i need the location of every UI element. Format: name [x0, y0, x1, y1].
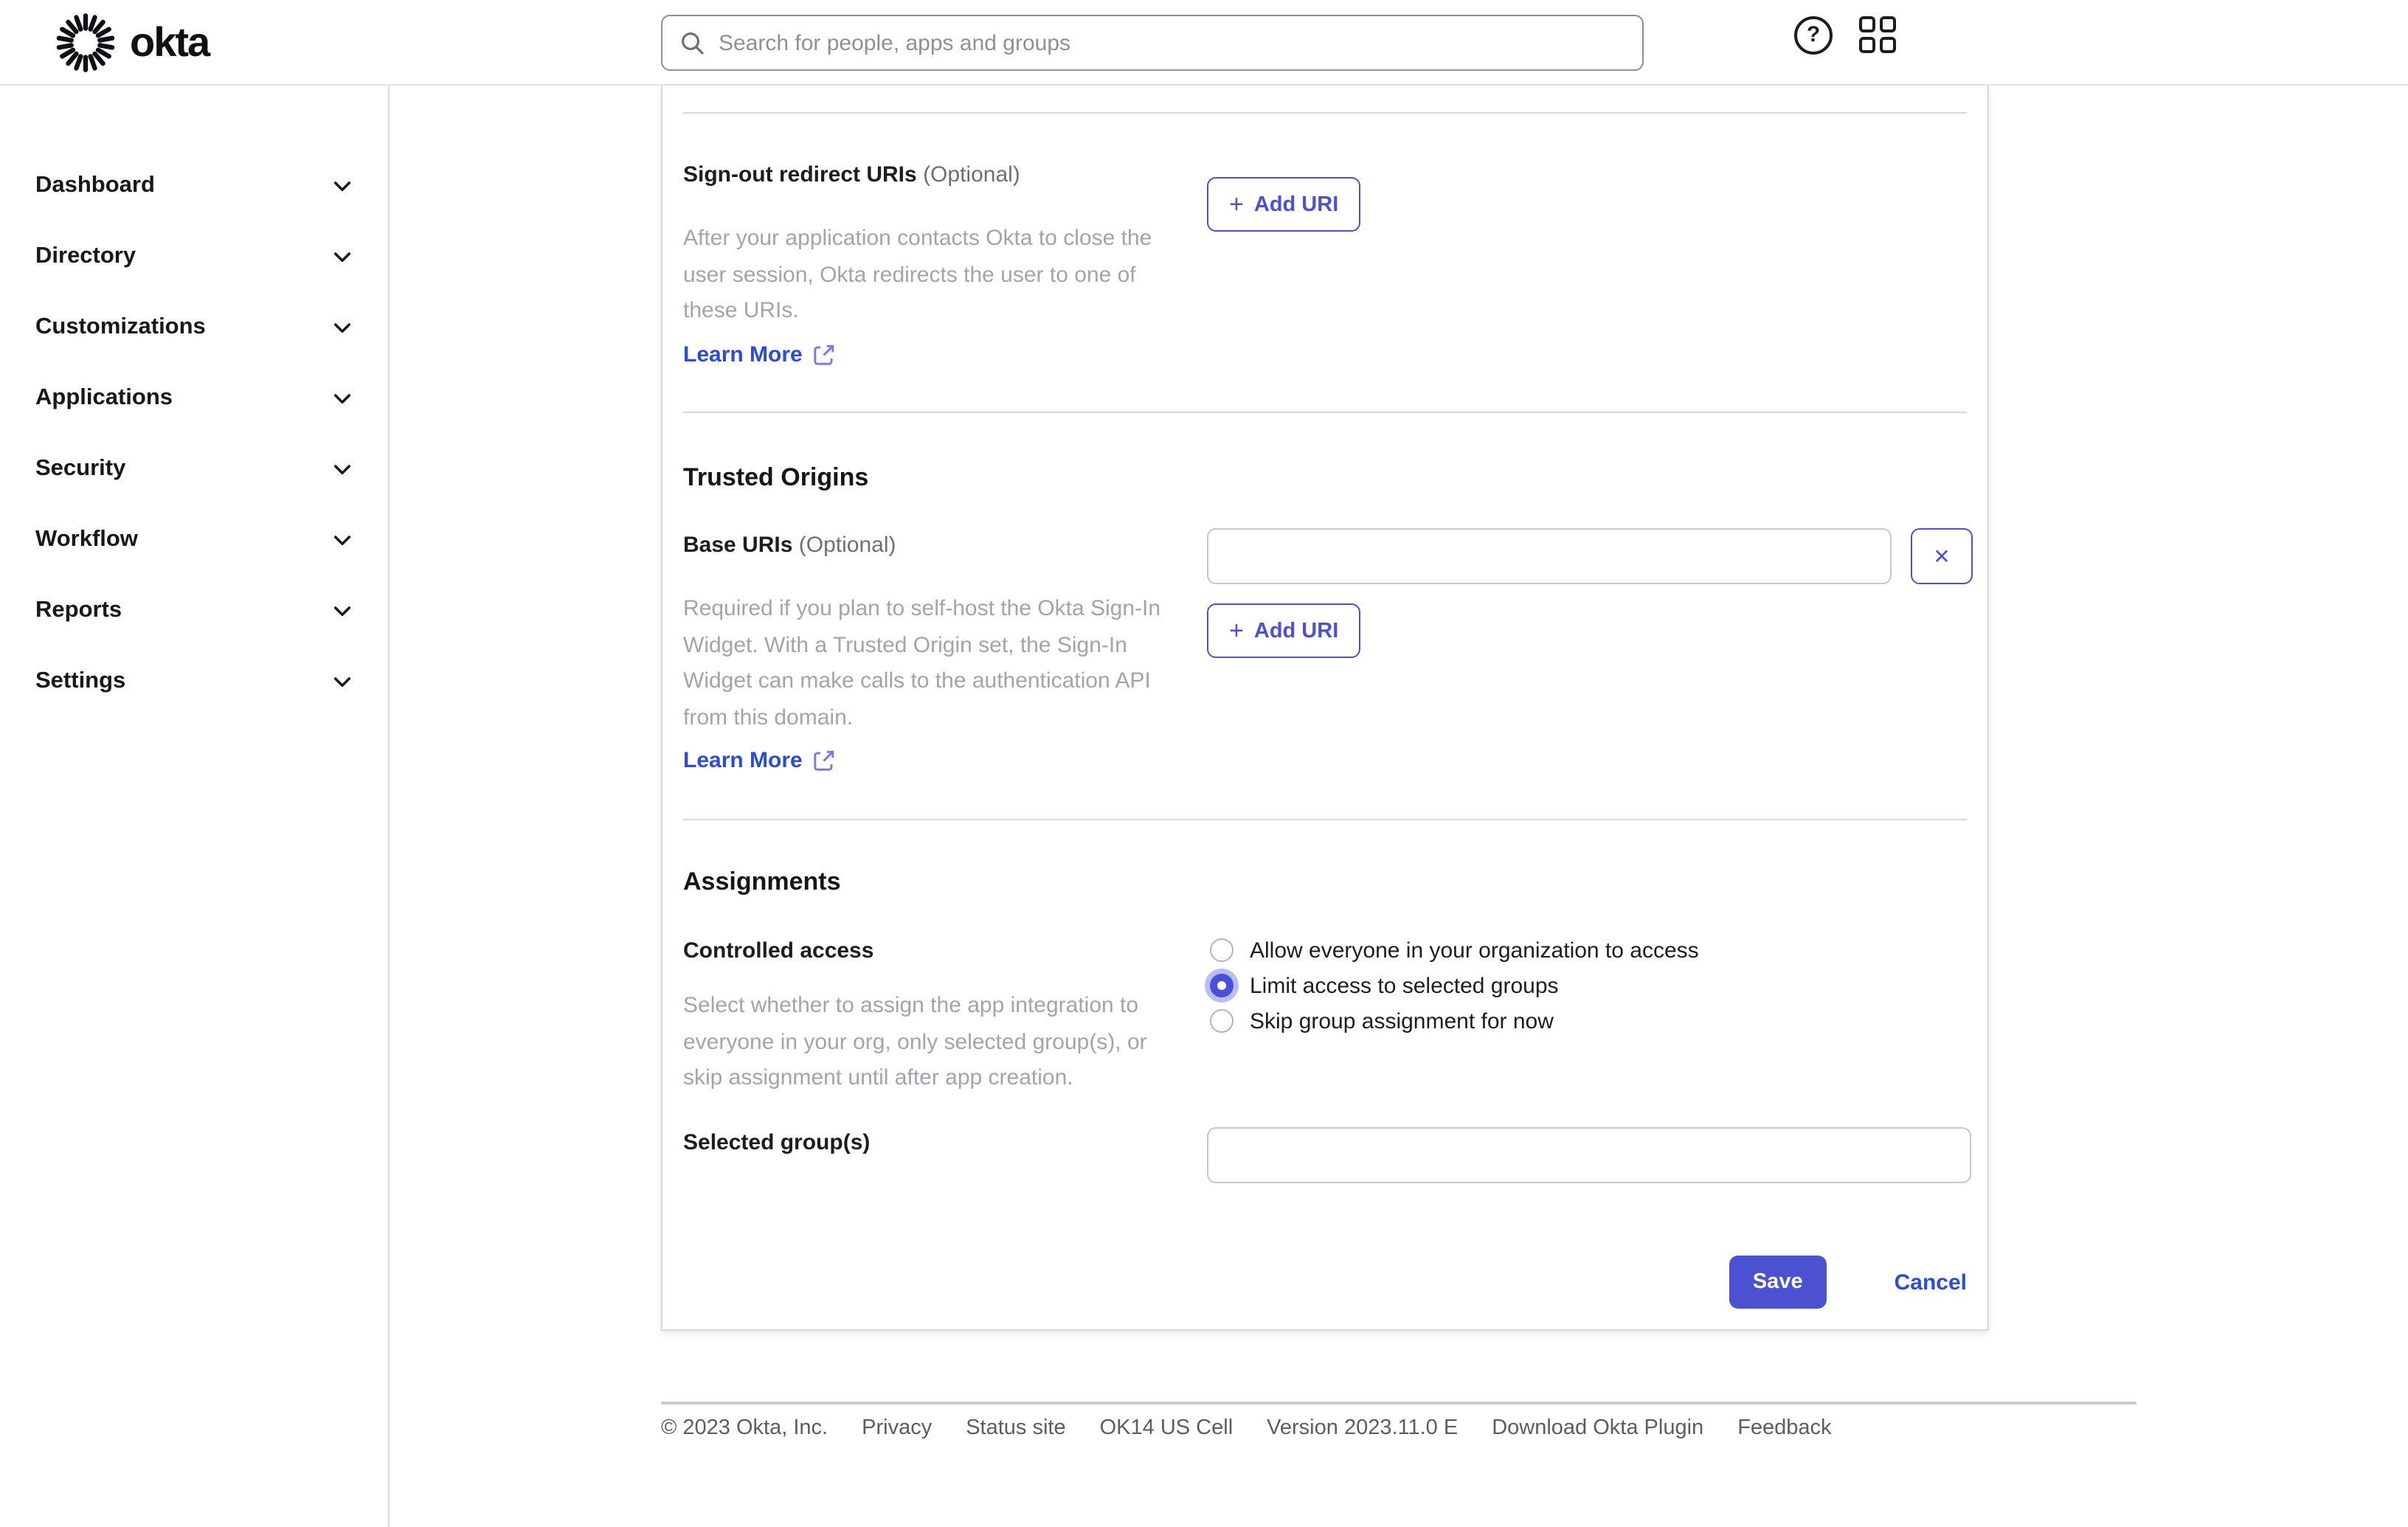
- global-search[interactable]: [661, 15, 1644, 71]
- section-divider: [683, 819, 1967, 820]
- footer: © 2023 Okta, Inc. Privacy Status site OK…: [661, 1416, 1832, 1440]
- radio-option-allow-everyone[interactable]: Allow everyone in your organization to a…: [1210, 932, 1699, 968]
- signout-redirect-uris-description: After your application contacts Okta to …: [683, 226, 1152, 323]
- sidebar-item-workflow[interactable]: Workflow: [0, 505, 388, 575]
- close-icon: [1933, 544, 1950, 569]
- controlled-access-label: Controlled access: [683, 938, 874, 963]
- search-icon: [682, 32, 704, 54]
- sidebar-item-directory[interactable]: Directory: [0, 221, 388, 292]
- trusted-origins-learn-more-link[interactable]: Learn More: [683, 748, 835, 773]
- base-uris-label: Base URIs (Optional): [683, 533, 896, 558]
- okta-aura-icon: [56, 13, 115, 72]
- external-link-icon: [814, 344, 834, 365]
- plus-icon: [1229, 191, 1244, 218]
- footer-text-cell: OK14 US Cell: [1099, 1416, 1234, 1440]
- apps-grid-icon[interactable]: [1859, 16, 1897, 55]
- search-input[interactable]: [719, 30, 1625, 55]
- signout-learn-more-link[interactable]: Learn More: [683, 342, 835, 367]
- cancel-button[interactable]: Cancel: [1895, 1270, 1967, 1295]
- chevron-down-icon: [333, 181, 351, 192]
- signout-redirect-uris-label: Sign-out redirect URIs (Optional): [683, 162, 1020, 187]
- section-divider: [683, 112, 1967, 114]
- radio-button[interactable]: [1210, 1009, 1234, 1033]
- sidebar-nav: Dashboard Directory Customizations Appli…: [0, 86, 390, 1527]
- radio-option-limit-access[interactable]: Limit access to selected groups: [1210, 968, 1559, 1003]
- sidebar-item-reports[interactable]: Reports: [0, 575, 388, 646]
- assignments-heading: Assignments: [683, 868, 841, 896]
- footer-link-privacy[interactable]: Privacy: [862, 1416, 932, 1440]
- top-bar: okta: [0, 0, 2408, 86]
- footer-text-version: Version 2023.11.0 E: [1267, 1416, 1459, 1440]
- chevron-down-icon: [333, 677, 351, 688]
- footer-divider: [661, 1402, 2137, 1405]
- section-divider: [683, 412, 1967, 413]
- okta-admin-console: okta Dashboard Directory Customizations: [0, 0, 2408, 1527]
- trusted-origins-heading: Trusted Origins: [683, 463, 869, 491]
- base-uri-input[interactable]: [1207, 528, 1892, 584]
- chevron-down-icon: [333, 465, 351, 475]
- save-button[interactable]: Save: [1729, 1256, 1827, 1309]
- controlled-access-description: Select whether to assign the app integra…: [683, 993, 1147, 1090]
- brand-wordmark: okta: [130, 19, 210, 65]
- selected-groups-input[interactable]: [1207, 1127, 1971, 1183]
- sidebar-item-security[interactable]: Security: [0, 434, 388, 505]
- footer-link-feedback[interactable]: Feedback: [1737, 1416, 1831, 1440]
- radio-button[interactable]: [1210, 974, 1234, 997]
- form-actions: Save Cancel: [1729, 1256, 1967, 1309]
- help-icon[interactable]: [1794, 16, 1833, 55]
- radio-button[interactable]: [1210, 938, 1234, 962]
- chevron-down-icon: [333, 536, 351, 546]
- sidebar-item-dashboard[interactable]: Dashboard: [0, 150, 388, 221]
- okta-logo[interactable]: okta: [53, 10, 210, 75]
- app-settings-form-card: Sign-out redirect URIs (Optional) After …: [661, 86, 1989, 1331]
- plus-icon: [1229, 617, 1244, 644]
- remove-base-uri-button[interactable]: [1911, 528, 1973, 584]
- add-base-uri-button[interactable]: Add URI: [1207, 603, 1361, 658]
- chevron-down-icon: [333, 252, 351, 263]
- sidebar-item-settings[interactable]: Settings: [0, 646, 388, 717]
- footer-link-status-site[interactable]: Status site: [966, 1416, 1065, 1440]
- chevron-down-icon: [333, 394, 351, 404]
- sidebar-item-customizations[interactable]: Customizations: [0, 292, 388, 363]
- external-link-icon: [814, 750, 834, 771]
- selected-groups-label: Selected group(s): [683, 1130, 871, 1155]
- chevron-down-icon: [333, 323, 351, 333]
- footer-copyright: © 2023 Okta, Inc.: [661, 1416, 828, 1440]
- radio-option-skip-assignment[interactable]: Skip group assignment for now: [1210, 1003, 1554, 1039]
- add-signout-uri-button[interactable]: Add URI: [1207, 177, 1361, 232]
- chevron-down-icon: [333, 606, 351, 617]
- base-uris-description: Required if you plan to self-host the Ok…: [683, 596, 1161, 730]
- sidebar-item-applications[interactable]: Applications: [0, 363, 388, 434]
- footer-link-download-plugin[interactable]: Download Okta Plugin: [1492, 1416, 1703, 1440]
